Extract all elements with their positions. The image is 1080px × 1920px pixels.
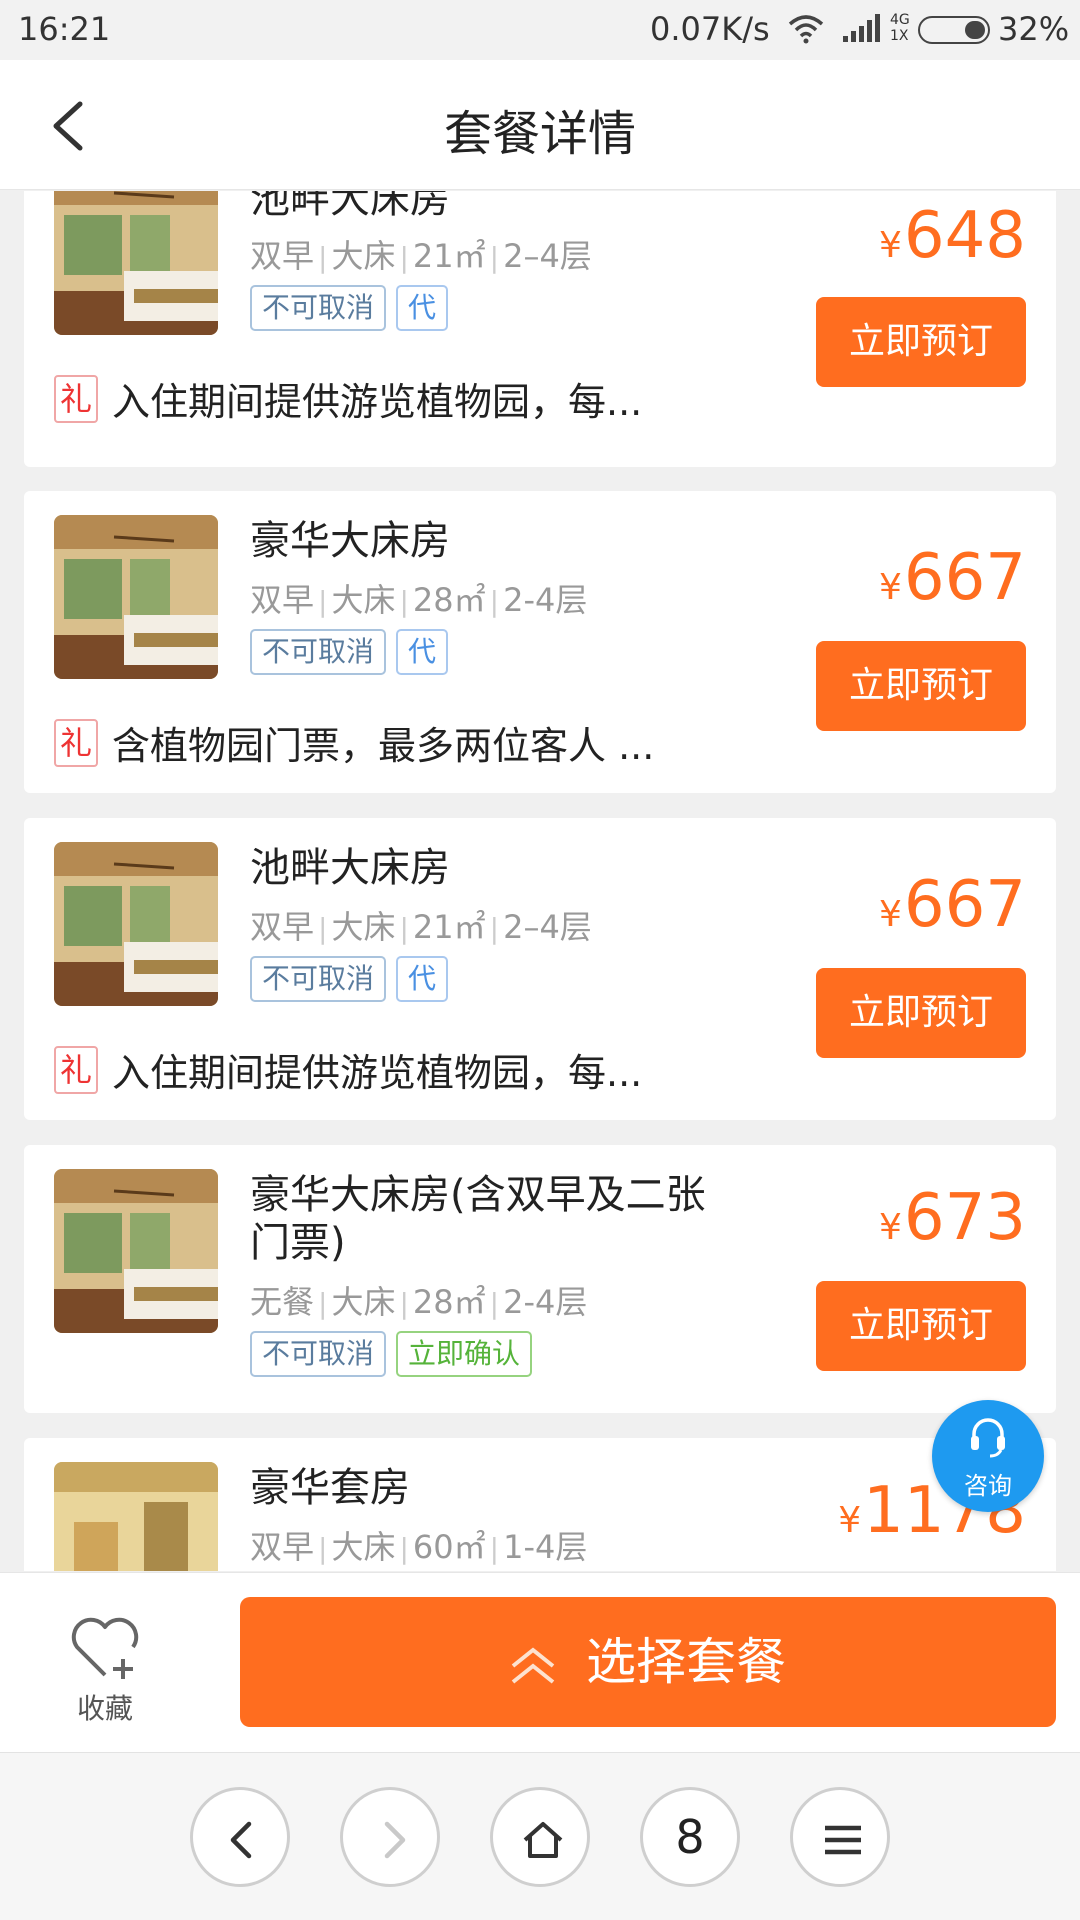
chevron-left-icon <box>230 1821 252 1859</box>
browser-tabs-button[interactable]: 8 <box>640 1787 740 1887</box>
tab-count: 8 <box>675 1810 705 1864</box>
room-name: 池畔大床房 <box>250 845 450 891</box>
wifi-icon <box>788 15 824 44</box>
battery-icon <box>918 16 990 44</box>
room-card[interactable]: 豪华大床房(含双早及二张门票) 无餐 | 大床 | 28㎡ | 2-4层 不可取消 立即确认 … <box>24 1145 1056 1413</box>
room-specs: 双早 | 大床 | 21㎡ | 2–4层 <box>250 908 592 946</box>
network-type: 4G 1X <box>890 12 910 44</box>
gift-icon: 礼 <box>54 1045 98 1094</box>
favorite-label: 收藏 <box>76 1692 133 1725</box>
package-list[interactable]: 池畔大床房 双早 | 大床 | 21㎡ | 2–4层 不可取消代 ¥648 立即预订 礼入住… <box>0 191 1080 1571</box>
headset-icon <box>971 1418 1005 1458</box>
room-photo <box>54 1169 218 1333</box>
gift-perk: 礼含植物园门票，最多两位客人 ... <box>54 715 654 770</box>
gift-perk: 礼入住期间提供游览植物园，每... <box>54 371 642 426</box>
room-photo <box>54 515 218 679</box>
room-card[interactable]: 池畔大床房 双早 | 大床 | 21㎡ | 2–4层 不可取消代 ¥667 立即预订 礼入住… <box>24 818 1056 1120</box>
room-tags: 不可取消代 <box>250 629 458 675</box>
room-name: 豪华大床房(含双早及二张门票) <box>250 1172 706 1266</box>
tag-non-cancellable: 不可取消 <box>250 285 387 331</box>
room-specs: 双早 | 大床 | 21㎡ | 2–4层 <box>250 237 592 275</box>
tag-non-cancellable: 不可取消 <box>250 629 387 675</box>
book-now-button[interactable]: 立即预订 <box>816 297 1026 387</box>
action-bar: 收藏 选择套餐 <box>0 1572 1080 1752</box>
room-card[interactable]: 豪华大床房 双早 | 大床 | 28㎡ | 2-4层 不可取消代 ¥667 立即预订 礼含植… <box>24 491 1056 793</box>
room-tags: 不可取消代 <box>250 956 458 1002</box>
page-title: 套餐详情 <box>443 106 636 162</box>
room-price: ¥648 <box>878 199 1026 273</box>
double-chevron-up-icon <box>511 1646 555 1684</box>
consult-button[interactable]: 咨询 <box>932 1400 1044 1512</box>
home-icon <box>523 1822 563 1858</box>
room-card[interactable]: 豪华套房 双早 | 大床 | 60㎡ | 1-4层 ¥1178 <box>24 1438 1056 1571</box>
room-name: 池畔大床房 <box>250 191 450 222</box>
select-package-button[interactable]: 选择套餐 <box>240 1597 1056 1727</box>
chevron-right-icon <box>384 1821 406 1859</box>
tag-non-cancellable: 不可取消 <box>250 1331 387 1377</box>
favorite-button[interactable]: 收藏 <box>60 1613 150 1725</box>
browser-forward-button[interactable] <box>340 1787 440 1887</box>
consult-label: 咨询 <box>964 1472 1012 1500</box>
room-specs: 无餐 | 大床 | 28㎡ | 2-4层 <box>250 1283 588 1321</box>
browser-home-button[interactable] <box>490 1787 590 1887</box>
room-photo <box>54 842 218 1006</box>
room-tags: 不可取消 立即确认 <box>250 1331 542 1377</box>
browser-nav-bar: 8 <box>0 1752 1080 1920</box>
tag-non-cancellable: 不可取消 <box>250 956 387 1002</box>
room-card[interactable]: 池畔大床房 双早 | 大床 | 21㎡ | 2–4层 不可取消代 ¥648 立即预订 礼入住… <box>24 191 1056 467</box>
room-name: 豪华大床房 <box>250 518 450 564</box>
network-speed: 0.07K/s <box>650 10 770 48</box>
room-specs: 双早 | 大床 | 28㎡ | 2-4层 <box>250 581 588 619</box>
tag-agency: 代 <box>396 629 449 675</box>
gift-icon: 礼 <box>54 718 98 767</box>
status-time: 16:21 <box>18 10 111 48</box>
heart-plus-icon <box>71 1617 139 1679</box>
book-now-button[interactable]: 立即预订 <box>816 1281 1026 1371</box>
room-specs: 双早 | 大床 | 60㎡ | 1-4层 <box>250 1528 588 1566</box>
room-price: ¥667 <box>878 541 1026 615</box>
status-bar: 16:21 0.07K/s 4G 1X 32% <box>0 0 1080 60</box>
book-now-button[interactable]: 立即预订 <box>816 641 1026 731</box>
gift-icon: 礼 <box>54 374 98 423</box>
room-photo <box>54 191 218 335</box>
browser-back-button[interactable] <box>190 1787 290 1887</box>
gift-perk: 礼入住期间提供游览植物园，每... <box>54 1042 642 1097</box>
signal-icon <box>843 14 880 42</box>
room-photo <box>54 1462 218 1571</box>
battery-percent: 32% <box>998 10 1070 48</box>
tag-instant-confirm: 立即确认 <box>396 1331 533 1377</box>
page-header: 套餐详情 <box>0 60 1080 190</box>
menu-icon <box>825 1825 861 1855</box>
book-now-button[interactable]: 立即预订 <box>816 968 1026 1058</box>
room-tags: 不可取消代 <box>250 285 458 331</box>
room-price: ¥667 <box>878 868 1026 942</box>
room-price: ¥673 <box>878 1181 1026 1255</box>
tag-agency: 代 <box>396 956 449 1002</box>
room-name: 豪华套房 <box>250 1465 410 1511</box>
tag-agency: 代 <box>396 285 449 331</box>
browser-menu-button[interactable] <box>790 1787 890 1887</box>
